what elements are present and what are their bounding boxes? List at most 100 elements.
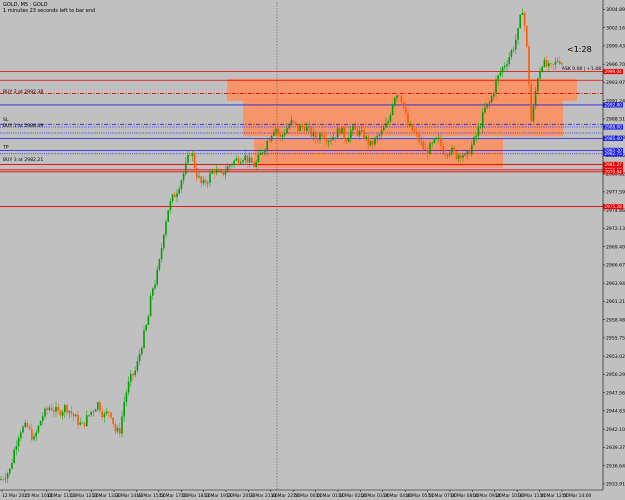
candle-body <box>541 66 543 72</box>
price-tick-label: 2969.40 <box>606 244 625 250</box>
candle-body <box>396 95 398 99</box>
candle-body <box>229 165 231 167</box>
candle-body <box>556 60 559 62</box>
candle-body <box>66 405 68 413</box>
candle-body <box>103 413 106 418</box>
price-badge: 2982.75 <box>603 151 623 157</box>
candle-body <box>468 151 471 155</box>
candle-body <box>231 164 233 166</box>
price-axis[interactable]: 3004.893002.162999.432996.702993.972991.… <box>602 0 625 500</box>
price-tick-label: 2939.37 <box>606 445 625 451</box>
candle-body <box>376 135 378 138</box>
price-tick-label: 2996.70 <box>606 62 625 68</box>
candle-body <box>363 130 365 139</box>
candle-body <box>132 373 134 376</box>
candle-body <box>462 155 464 158</box>
candle-body <box>112 417 114 425</box>
candle-body <box>369 140 372 146</box>
candle-body <box>53 410 55 412</box>
candle-body <box>471 144 473 155</box>
candle-body <box>424 149 427 150</box>
candle-body <box>490 96 493 103</box>
candle-body <box>138 354 141 362</box>
price-tick-label: 2936.64 <box>606 463 625 469</box>
price-tick-label: 2999.43 <box>606 44 625 50</box>
candle-body <box>13 449 15 464</box>
price-badge-label: 2985.40 <box>605 136 623 141</box>
candle-body <box>449 152 451 156</box>
candle-body <box>446 155 449 156</box>
chart-area[interactable]: BUY 2 at 2992.38 SL BUY 1 at 2988.49 TP BUY … <box>0 0 625 500</box>
candle-body <box>504 66 506 68</box>
candle-body <box>440 137 442 146</box>
candle-body <box>473 137 475 145</box>
candle-body <box>361 130 363 131</box>
candle-body <box>277 129 279 135</box>
candle-body <box>497 75 499 81</box>
price-tick-label: 2933.91 <box>606 482 625 488</box>
candle-body <box>83 422 86 427</box>
candle-body <box>411 124 414 131</box>
candle-body <box>515 39 517 50</box>
price-tick-label: 2977.59 <box>606 190 625 196</box>
candle-body <box>526 25 528 47</box>
candle-body <box>259 152 262 155</box>
candle-body <box>306 126 308 131</box>
candle-body <box>79 422 81 425</box>
candle-body <box>99 402 101 412</box>
candle-body <box>200 176 202 184</box>
candle-body <box>464 154 466 156</box>
candle-body <box>336 128 339 138</box>
candle-body <box>420 142 422 143</box>
candle-body <box>499 72 502 76</box>
candle-body <box>457 155 460 160</box>
candle-body <box>286 128 288 134</box>
candle-body <box>314 132 317 140</box>
candle-body <box>97 402 99 410</box>
price-tick-label: 2958.48 <box>606 317 625 323</box>
candle-body <box>466 151 469 155</box>
price-badge-label: 2992.80 <box>605 102 623 107</box>
candle-body <box>438 137 440 139</box>
candle-body <box>224 171 227 175</box>
price-tick-label: 2993.97 <box>606 80 625 86</box>
candle-body <box>539 71 541 79</box>
price-tick-label: 2955.75 <box>606 336 625 342</box>
price-badge-label: 2982.75 <box>605 151 623 156</box>
candle-body <box>552 64 554 65</box>
candle-body <box>0 479 2 480</box>
candle-body <box>528 46 530 85</box>
candle-body <box>123 402 125 417</box>
candle-body <box>163 234 165 249</box>
candle-body <box>429 143 431 155</box>
candle-body <box>266 141 268 150</box>
candle-body <box>77 415 79 425</box>
candle-body <box>165 221 167 235</box>
candle-body <box>75 415 77 417</box>
candle-body <box>380 130 383 135</box>
candle-body <box>365 136 367 139</box>
candle-body <box>303 126 306 131</box>
candle-body <box>343 127 345 139</box>
candle-body <box>387 121 389 123</box>
candle-body <box>477 127 480 136</box>
candle-body <box>169 200 172 211</box>
candle-body <box>264 149 266 153</box>
price-badge-label: 2988.00 <box>605 125 623 130</box>
candle-body <box>308 126 310 128</box>
candle-body <box>312 132 315 137</box>
candle-body <box>136 361 139 371</box>
candle-body <box>460 155 462 158</box>
candle-body <box>561 63 563 65</box>
candle-body <box>383 127 385 131</box>
candle <box>193 151 196 170</box>
candle-body <box>22 426 24 433</box>
candle-body <box>317 139 319 141</box>
candle-body <box>367 136 370 146</box>
price-chart-svg[interactable]: BUY 2 at 2992.38 SLBUY 1 at 2988.49 TP BUY … <box>0 0 625 500</box>
candle-body <box>517 28 519 40</box>
candle-body <box>444 154 447 156</box>
candle-body <box>407 113 409 126</box>
candle-body <box>409 124 411 126</box>
candle-body <box>156 269 158 285</box>
